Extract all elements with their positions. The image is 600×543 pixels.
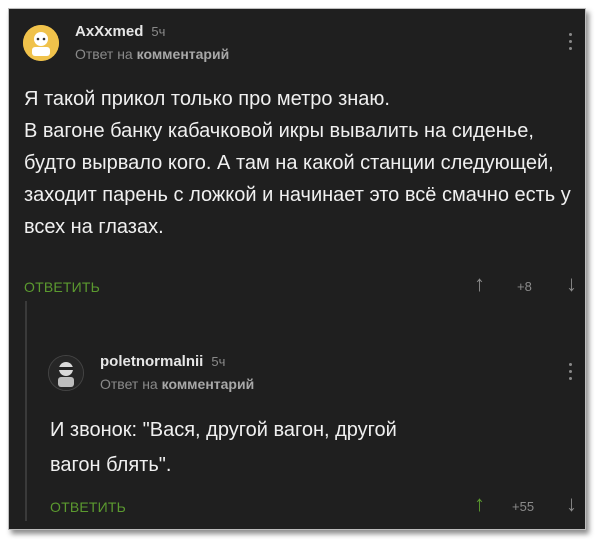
reply-to-link[interactable]: комментарий xyxy=(162,376,255,392)
rating-value: +55 xyxy=(512,499,535,514)
arrow-up-icon[interactable]: ↑ xyxy=(474,493,485,515)
comment-time: 5ч xyxy=(211,354,226,369)
avatar[interactable] xyxy=(48,355,84,391)
more-vertical-icon[interactable] xyxy=(569,363,573,383)
reply-to-prefix: Ответ на xyxy=(100,376,158,392)
comment-author[interactable]: poletnormalnii 5ч xyxy=(100,353,225,370)
arrow-down-icon[interactable]: ↓ xyxy=(566,493,577,515)
author-name[interactable]: poletnormalnii xyxy=(100,353,203,370)
comment-text: И звонок: "Вася, другой вагон, другой ва… xyxy=(50,419,397,476)
reply-button[interactable]: ОТВЕТИТЬ xyxy=(50,499,126,517)
comment-poletnormalnii: poletnormalnii 5ч Ответ на комментарий И … xyxy=(9,9,585,529)
comments-panel: AxXxmed 5ч Ответ на комментарий Я такой п… xyxy=(8,8,586,530)
reply-to-line: Ответ на комментарий xyxy=(100,376,254,392)
avatar-image xyxy=(49,356,83,390)
